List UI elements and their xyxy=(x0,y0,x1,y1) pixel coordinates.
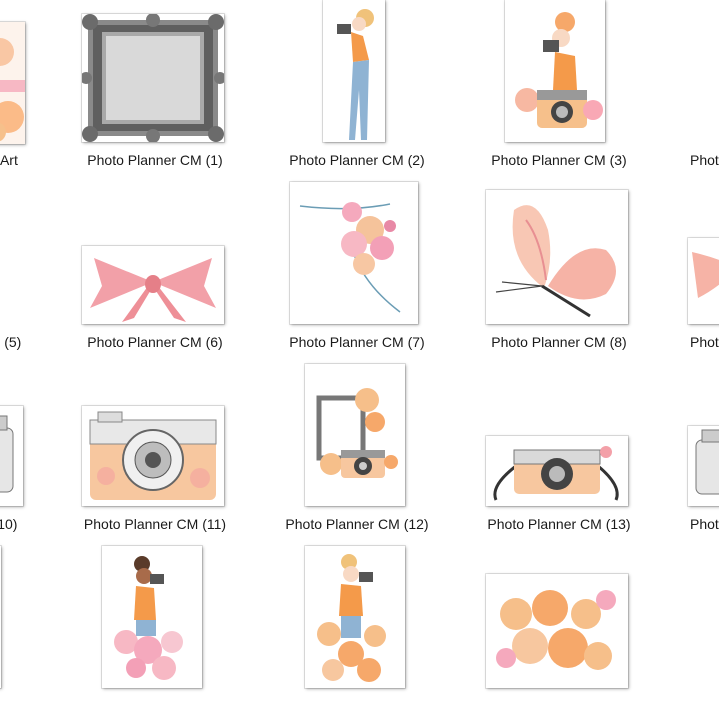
file-item[interactable]: Photo Planner CM (7) xyxy=(267,182,447,362)
peach-roses-thumbnail[interactable] xyxy=(486,574,628,688)
photographer-woman-thumbnail[interactable] xyxy=(323,0,385,142)
file-name: Photo Planner CM (7) xyxy=(289,334,425,350)
file-item[interactable]: Photo Planner CM (2) xyxy=(267,0,447,180)
file-grid: oArt Photo Planner CM (1) xyxy=(0,0,719,719)
frame-flowers-camera-thumbnail[interactable] xyxy=(305,364,405,506)
woman-camera-flowers-thumbnail[interactable] xyxy=(505,0,605,142)
partial-thumbnail[interactable] xyxy=(688,238,719,324)
file-item[interactable] xyxy=(469,546,649,719)
partial-thumbnail[interactable] xyxy=(0,546,1,688)
file-item[interactable]: Photo Planner CM (8) xyxy=(469,182,649,362)
camera-with-strap-thumbnail[interactable] xyxy=(486,436,628,506)
file-item[interactable]: Photo Planner CM (3) xyxy=(469,0,649,180)
file-item[interactable] xyxy=(267,546,447,719)
file-item[interactable]: Phot xyxy=(671,0,719,180)
file-name: Photo Planner CM (1) xyxy=(87,152,223,168)
file-name: Photo Planner CM (8) xyxy=(491,334,627,350)
file-item[interactable]: Phot xyxy=(671,182,719,362)
file-name: Photo Planner CM (6) xyxy=(87,334,223,350)
file-item[interactable]: Photo Planner CM (1) xyxy=(65,0,245,180)
file-item[interactable]: Photo Planner CM (11) xyxy=(65,364,245,544)
file-name: Photo Planner CM (13) xyxy=(487,516,631,532)
partial-thumbnail[interactable] xyxy=(0,406,23,506)
blonde-woman-camera-flowers-thumbnail[interactable] xyxy=(305,546,405,688)
file-name: Photo Planner CM (3) xyxy=(491,152,627,168)
file-item[interactable] xyxy=(65,546,245,719)
floral-camera-thumbnail[interactable] xyxy=(82,406,224,506)
ornate-silver-frame-thumbnail[interactable] xyxy=(82,14,224,142)
file-name: Photo Planner CM (12) xyxy=(285,516,429,532)
woman-camera-partial-thumbnail[interactable] xyxy=(0,22,25,144)
floral-corner-thumbnail[interactable] xyxy=(290,182,418,324)
file-name: Phot xyxy=(690,152,719,168)
file-name: Phot xyxy=(690,334,719,350)
file-name: Phot xyxy=(690,516,719,532)
pink-bow-thumbnail[interactable] xyxy=(82,246,224,324)
partial-thumbnail[interactable] xyxy=(688,426,719,506)
butterfly-thumbnail[interactable] xyxy=(486,190,628,324)
woman-camera-flowers-2-thumbnail[interactable] xyxy=(102,546,202,688)
file-item[interactable]: Photo Planner CM (12) xyxy=(267,364,447,544)
file-name: Photo Planner CM (11) xyxy=(83,516,227,532)
file-item[interactable]: Phot xyxy=(671,364,719,544)
file-item[interactable]: Photo Planner CM (6) xyxy=(65,182,245,362)
file-item[interactable]: Photo Planner CM (13) xyxy=(469,364,649,544)
file-name: Photo Planner CM (2) xyxy=(289,152,425,168)
